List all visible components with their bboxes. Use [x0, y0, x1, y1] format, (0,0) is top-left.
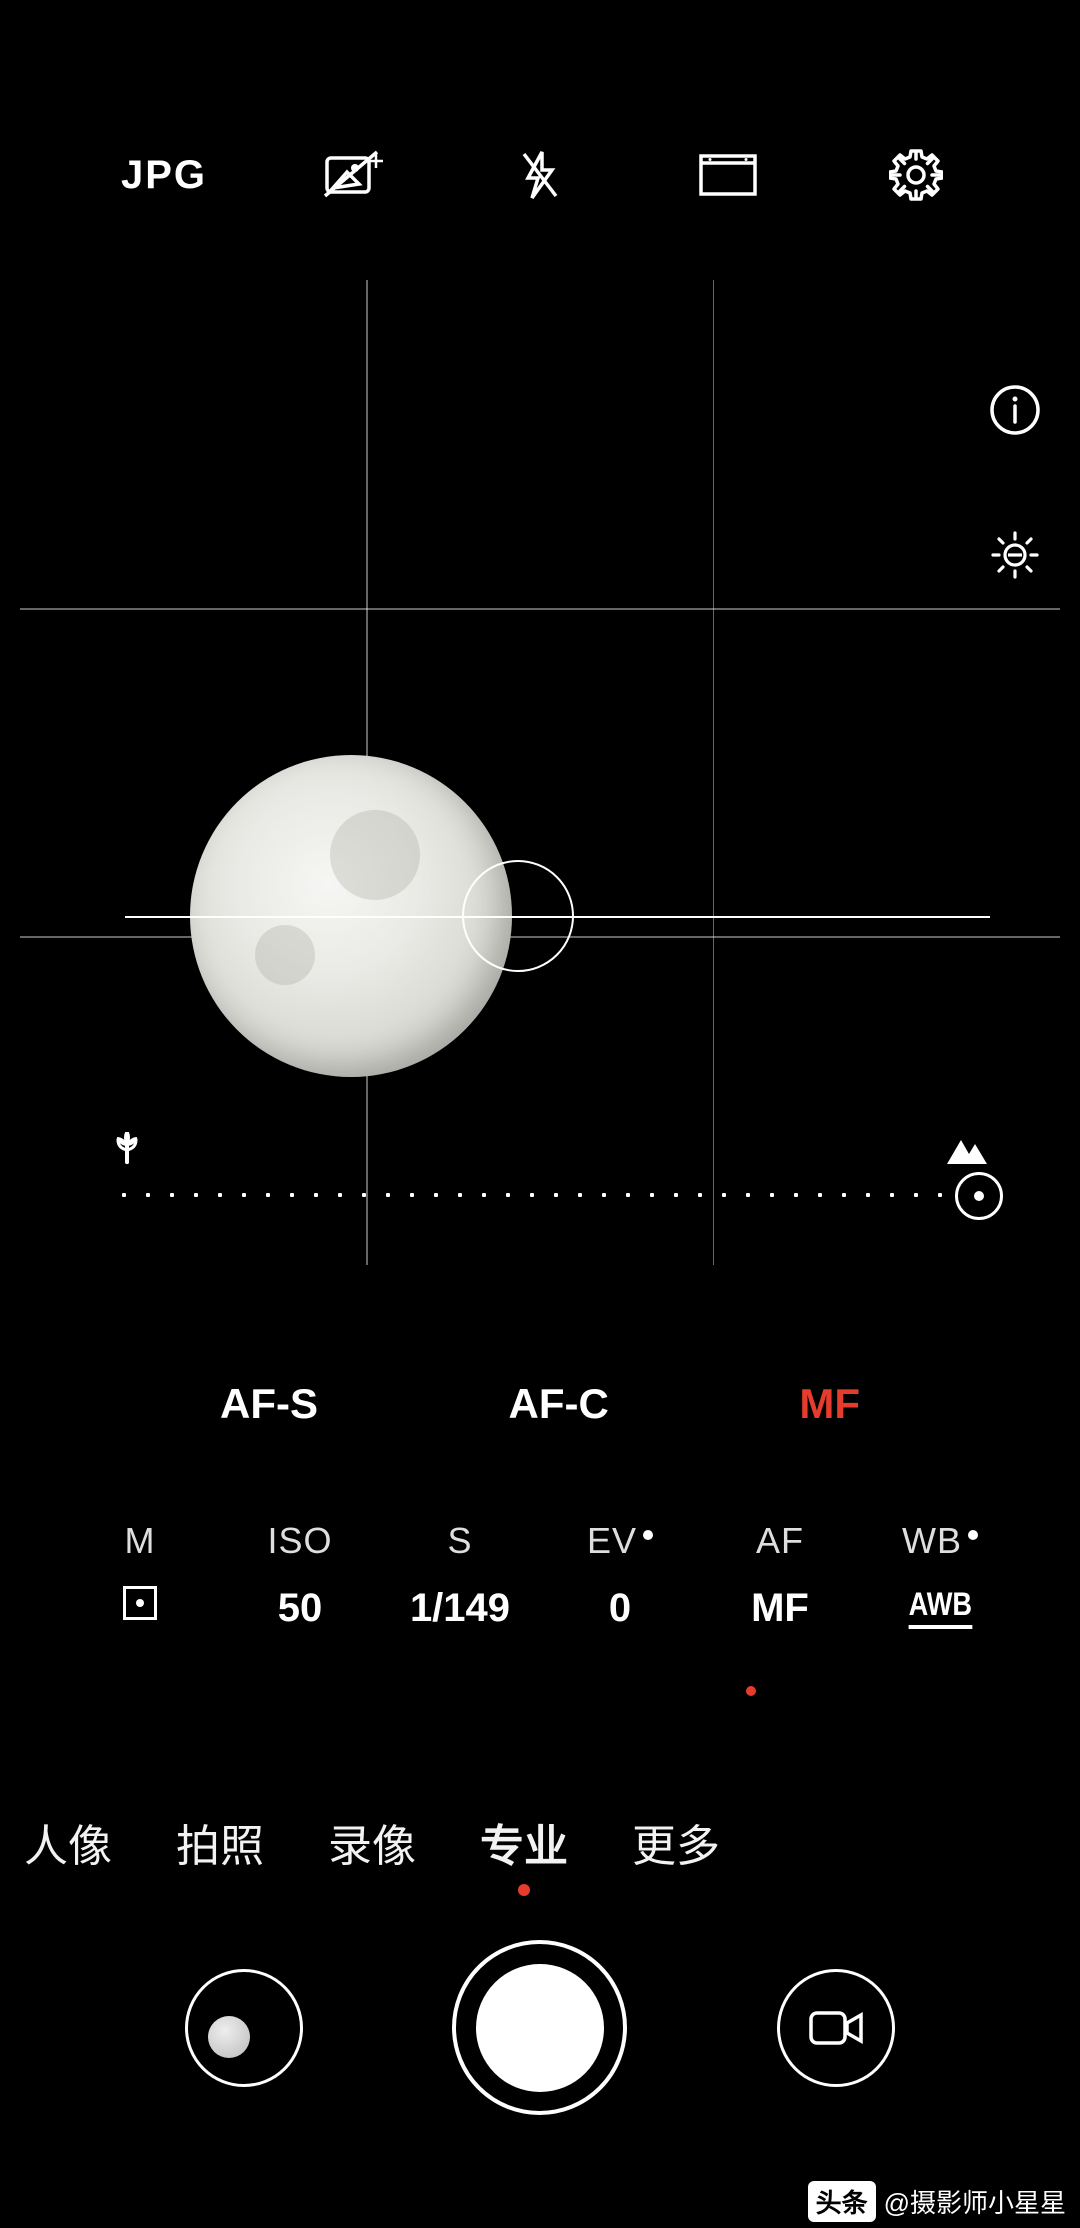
switch-to-video-button[interactable]	[777, 1969, 895, 2087]
param-value: MF	[751, 1586, 809, 1631]
settings-icon[interactable]	[881, 140, 951, 210]
param-af[interactable]: AF MF	[700, 1520, 860, 1631]
macro-icon	[112, 1132, 142, 1169]
param-label: EV	[587, 1520, 653, 1562]
param-wb[interactable]: WB AWB	[860, 1520, 1020, 1631]
slider-thumb[interactable]	[955, 1172, 1003, 1220]
param-ev[interactable]: EV 0	[540, 1520, 700, 1631]
shutter-inner	[476, 1964, 604, 2092]
grid-line	[20, 608, 1060, 610]
param-metering[interactable]: M	[60, 1520, 220, 1631]
watermark-prefix: 头条	[808, 2181, 876, 2222]
pro-params: M ISO 50 S 1/149 EV 0 AF MF WB AWB	[60, 1520, 1020, 1631]
manual-focus-slider[interactable]	[112, 1148, 995, 1220]
active-param-indicator	[746, 1686, 756, 1696]
watermark-handle: @摄影师小星星	[884, 2183, 1066, 2220]
param-label: WB	[902, 1520, 978, 1562]
param-value: 1/149	[410, 1586, 510, 1631]
effects-off-icon[interactable]	[317, 140, 387, 210]
top-toolbar: JPG	[0, 140, 1080, 210]
param-label: S	[447, 1520, 472, 1562]
param-label: ISO	[267, 1520, 332, 1562]
param-value: 50	[278, 1586, 323, 1631]
format-label: JPG	[121, 153, 207, 198]
mode-pro[interactable]: 专业	[480, 1810, 568, 1874]
watermark: 头条 @摄影师小星星	[808, 2181, 1066, 2222]
param-label: M	[125, 1520, 156, 1562]
slider-track	[112, 1192, 995, 1198]
flash-off-icon[interactable]	[505, 140, 575, 210]
info-icon[interactable]	[985, 380, 1045, 440]
mode-video[interactable]: 录像	[328, 1810, 416, 1874]
focus-mode-afc[interactable]: AF-C	[509, 1380, 609, 1428]
focus-mode-afs[interactable]: AF-S	[220, 1380, 318, 1428]
focus-mode-mf[interactable]: MF	[799, 1380, 860, 1428]
shutter-button[interactable]	[452, 1940, 627, 2115]
brightness-icon[interactable]	[985, 525, 1045, 585]
param-value: AWB	[908, 1586, 971, 1629]
grid-line	[713, 280, 715, 1265]
aspect-ratio-icon[interactable]	[693, 140, 763, 210]
focus-ring[interactable]	[462, 860, 574, 972]
bottom-bar	[0, 1940, 1080, 2115]
side-controls	[985, 380, 1045, 585]
metering-spot-icon	[123, 1586, 157, 1620]
mode-portrait[interactable]: 人像	[24, 1810, 112, 1874]
format-toggle[interactable]: JPG	[129, 140, 199, 210]
param-shutter[interactable]: S 1/149	[380, 1520, 540, 1631]
param-iso[interactable]: ISO 50	[220, 1520, 380, 1631]
gallery-thumbnail[interactable]	[185, 1969, 303, 2087]
mode-photo[interactable]: 拍照	[176, 1810, 264, 1874]
mode-more[interactable]: 更多	[632, 1810, 720, 1874]
viewfinder[interactable]	[20, 280, 1060, 1265]
param-label: AF	[756, 1520, 804, 1562]
focus-mode-row: AF-S AF-C MF	[220, 1380, 860, 1428]
mountain-icon	[947, 1136, 987, 1169]
param-value: 0	[609, 1586, 631, 1631]
camera-modes[interactable]: 人像 拍照 录像 专业 更多	[0, 1810, 1080, 1874]
